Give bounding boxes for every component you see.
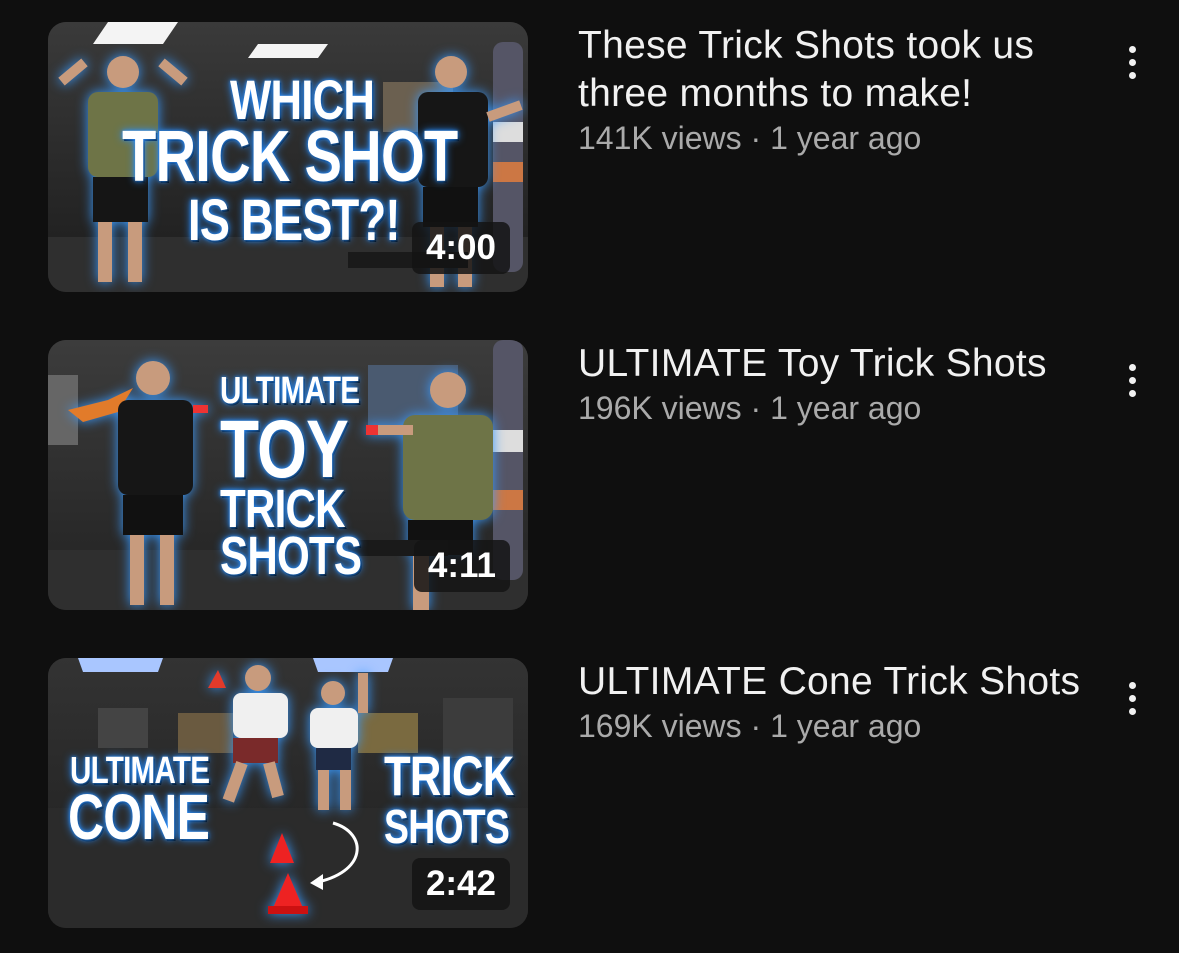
video-stats: 196K views · 1 year ago <box>578 388 1098 428</box>
thumbnail-caption-line: SHOTS <box>220 526 362 586</box>
video-meta: ULTIMATE Cone Trick Shots 169K views · 1… <box>578 658 1098 746</box>
view-count: 169K views <box>578 708 742 744</box>
duration-badge: 4:00 <box>411 222 510 274</box>
thumbnail-caption-line: IS BEST?! <box>188 188 400 253</box>
video-stats: 169K views · 1 year ago <box>578 706 1098 746</box>
more-vertical-icon[interactable] <box>1112 32 1152 92</box>
view-count: 196K views <box>578 390 742 426</box>
video-title[interactable]: These Trick Shots took us three months t… <box>578 22 1098 118</box>
upload-age: 1 year ago <box>770 120 922 156</box>
video-meta: ULTIMATE Toy Trick Shots 196K views · 1 … <box>578 340 1098 428</box>
upload-age: 1 year ago <box>770 708 922 744</box>
duration-badge: 4:11 <box>413 540 510 592</box>
video-thumbnail[interactable]: WHICH TRICK SHOT IS BEST?! 4:00 <box>48 22 528 292</box>
video-item[interactable]: ULTIMATE CONE TRICK SHOTS 2:42 ULTIMATE … <box>0 658 1179 930</box>
more-vertical-icon[interactable] <box>1112 668 1152 728</box>
more-vertical-icon[interactable] <box>1112 350 1152 410</box>
separator-dot: · <box>750 390 762 426</box>
video-stats: 141K views · 1 year ago <box>578 118 1098 158</box>
thumbnail-caption-line: TRICK SHOT <box>122 117 458 197</box>
thumbnail-caption-line: SHOTS <box>384 801 510 854</box>
upload-age: 1 year ago <box>770 390 922 426</box>
thumbnail-caption-line: TRICK <box>384 744 514 807</box>
video-title[interactable]: ULTIMATE Toy Trick Shots <box>578 340 1098 388</box>
video-title[interactable]: ULTIMATE Cone Trick Shots <box>578 658 1098 706</box>
view-count: 141K views <box>578 120 742 156</box>
separator-dot: · <box>750 708 762 744</box>
duration-badge: 2:42 <box>411 858 510 910</box>
video-item[interactable]: WHICH TRICK SHOT IS BEST?! 4:00 These Tr… <box>0 22 1179 294</box>
video-feed: WHICH TRICK SHOT IS BEST?! 4:00 These Tr… <box>0 0 1179 953</box>
thumbnail-caption-line: CONE <box>68 781 210 853</box>
video-item[interactable]: ULTIMATE TOY TRICK SHOTS 4:11 ULTIMATE T… <box>0 340 1179 612</box>
thumbnail-caption-line: TOY <box>220 404 349 495</box>
video-meta: These Trick Shots took us three months t… <box>578 22 1098 158</box>
separator-dot: · <box>750 120 762 156</box>
video-thumbnail[interactable]: ULTIMATE TOY TRICK SHOTS 4:11 <box>48 340 528 610</box>
video-thumbnail[interactable]: ULTIMATE CONE TRICK SHOTS 2:42 <box>48 658 528 928</box>
